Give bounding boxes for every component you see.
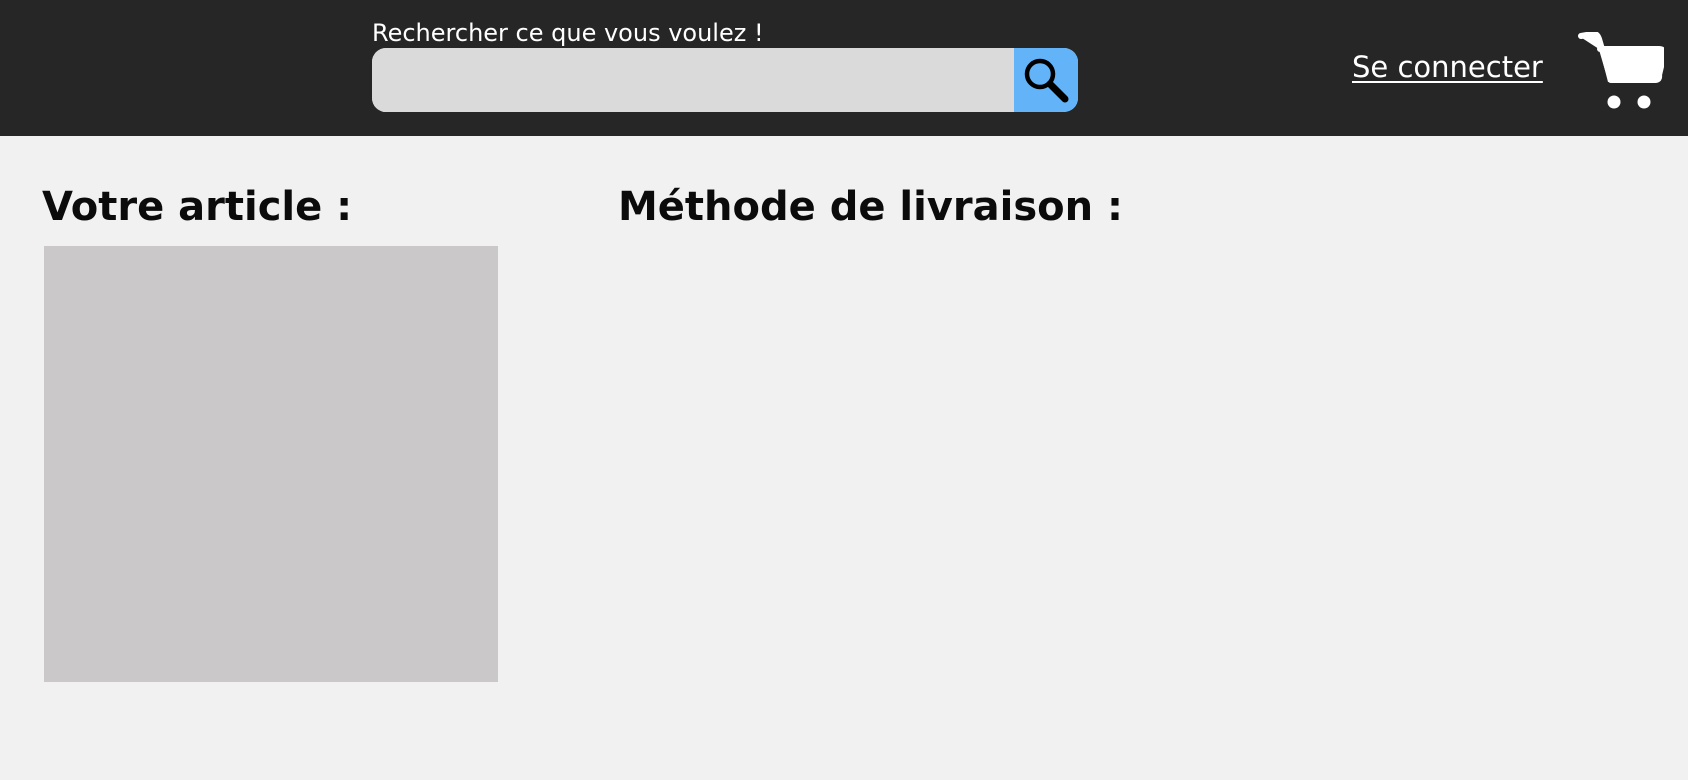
top-navigation-bar: Rechercher ce que vous voulez ! Se conne… — [0, 0, 1688, 136]
search-icon — [1024, 58, 1069, 103]
article-image-placeholder — [44, 246, 498, 682]
article-section-title: Votre article : — [42, 184, 353, 230]
search-input[interactable] — [372, 48, 1014, 112]
search-caption: Rechercher ce que vous voulez ! — [372, 19, 764, 47]
search-button[interactable] — [1014, 48, 1078, 112]
search-bar — [372, 48, 1078, 112]
delivery-method-title: Méthode de livraison : — [618, 184, 1123, 230]
cart-icon — [1578, 32, 1664, 109]
login-link[interactable]: Se connecter — [1352, 48, 1543, 86]
cart-button[interactable] — [1578, 32, 1664, 112]
